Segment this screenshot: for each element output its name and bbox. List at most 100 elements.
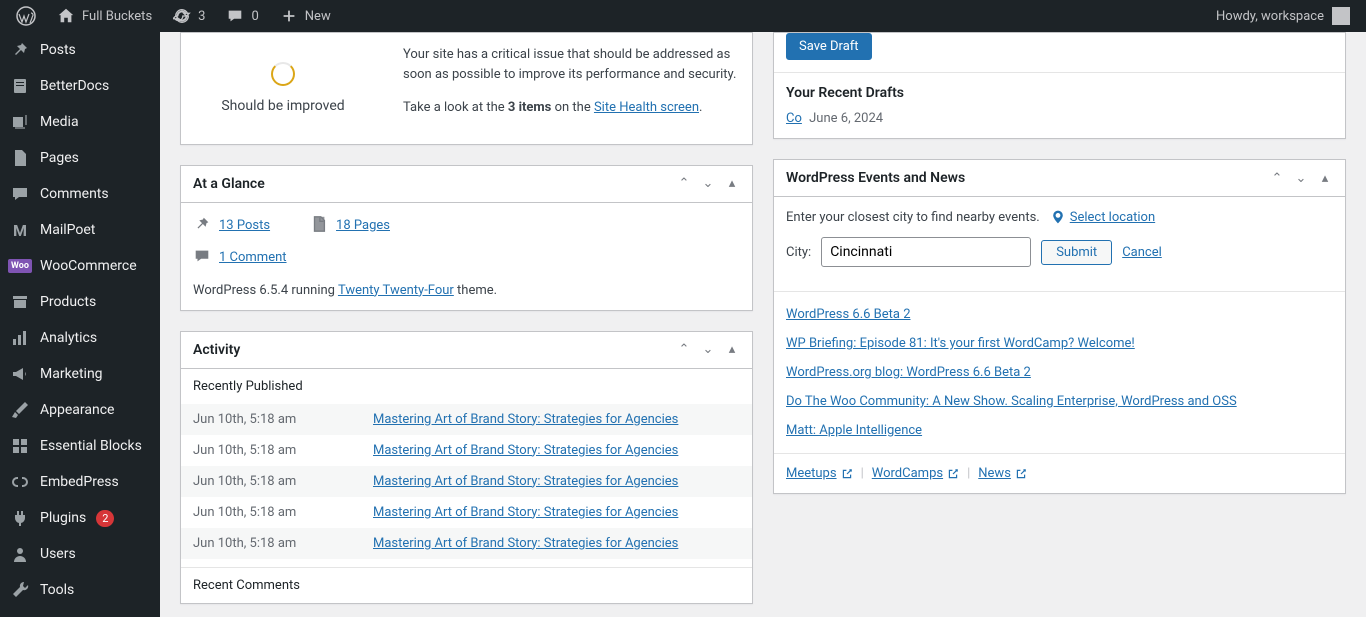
chevron-up-icon[interactable]: ⌃ [676,342,692,358]
save-draft-button[interactable]: Save Draft [786,33,872,60]
activity-link[interactable]: Mastering Art of Brand Story: Strategies… [373,536,678,551]
news-item-link[interactable]: WordPress 6.6 Beta 2 [786,307,911,322]
chevron-up-icon[interactable]: ⌃ [1269,170,1285,186]
chevron-down-icon[interactable]: ⌄ [700,342,716,358]
brush-icon [10,400,30,420]
sidebar-item-essential-blocks[interactable]: Essential Blocks [0,428,160,464]
chevron-down-icon[interactable]: ⌄ [1293,170,1309,186]
sidebar-item-betterdocs[interactable]: BetterDocs [0,68,160,104]
sidebar-item-appearance[interactable]: Appearance [0,392,160,428]
page-icon [310,215,328,237]
sidebar-item-posts[interactable]: Posts [0,32,160,68]
sidebar-item-label: Products [40,294,96,310]
sidebar-item-label: Appearance [40,402,114,418]
activity-row: Jun 10th, 5:18 amMastering Art of Brand … [181,466,752,497]
news-item-link[interactable]: Matt: Apple Intelligence [786,423,922,438]
sidebar-item-label: Tools [40,582,74,598]
comment-icon [225,6,245,26]
meetups-link[interactable]: Meetups [786,466,853,481]
site-name[interactable]: Full Buckets [48,0,160,32]
collapse-icon[interactable]: ▴ [1317,170,1333,186]
sidebar-item-comments[interactable]: Comments [0,176,160,212]
sidebar-item-products[interactable]: Products [0,284,160,320]
cancel-link[interactable]: Cancel [1122,245,1162,260]
sidebar-item-label: Essential Blocks [40,438,142,454]
embed-icon [10,472,30,492]
glance-title: At a Glance [193,176,265,192]
pin-icon [10,40,30,60]
activity-date: Jun 10th, 5:18 am [193,474,373,489]
docs-icon [10,76,30,96]
wp-logo[interactable] [8,0,44,32]
chevron-up-icon[interactable]: ⌃ [676,176,692,192]
sidebar-item-mailpoet[interactable]: MMailPoet [0,212,160,248]
activity-date: Jun 10th, 5:18 am [193,412,373,427]
comments-bar[interactable]: 0 [217,0,266,32]
plug-icon [10,508,30,528]
sidebar-item-embedpress[interactable]: EmbedPress [0,464,160,500]
new-content[interactable]: New [271,0,339,32]
activity-title: Activity [193,342,240,358]
news-link[interactable]: News [978,466,1027,481]
woo-icon: Woo [10,256,30,276]
activity-link[interactable]: Mastering Art of Brand Story: Strategies… [373,443,678,458]
collapse-icon[interactable]: ▴ [724,176,740,192]
sidebar-item-label: Posts [40,42,76,58]
comment-icon [193,247,211,269]
activity-card: Activity ⌃ ⌄ ▴ Recently Published Jun 10… [180,331,753,604]
news-item: WordPress.org blog: WordPress 6.6 Beta 2 [774,358,1345,387]
submit-button[interactable]: Submit [1041,240,1112,265]
sidebar-item-plugins[interactable]: Plugins2 [0,500,160,536]
user-icon [10,544,30,564]
blocks-icon [10,436,30,456]
external-icon [947,468,959,480]
health-circle-icon [271,62,295,86]
site-health-link[interactable]: Site Health screen [594,100,699,115]
chart-icon [10,328,30,348]
news-item-link[interactable]: WordPress.org blog: WordPress 6.6 Beta 2 [786,365,1031,380]
sidebar-item-woocommerce[interactable]: WooWooCommerce [0,248,160,284]
events-card: WordPress Events and News ⌃ ⌄ ▴ Enter yo… [773,159,1346,494]
avatar [1332,7,1350,25]
theme-link[interactable]: Twenty Twenty-Four [338,283,454,298]
draft-link[interactable]: Co [786,111,802,126]
account-menu[interactable]: Howdy, workspace [1216,7,1358,25]
sidebar-item-label: BetterDocs [40,78,109,94]
activity-link[interactable]: Mastering Art of Brand Story: Strategies… [373,474,678,489]
glance-posts[interactable]: 13 Posts [193,215,270,237]
sidebar-item-marketing[interactable]: Marketing [0,356,160,392]
wordpress-icon [16,6,36,26]
sidebar-item-settings[interactable]: Settings [0,608,160,617]
city-input[interactable] [821,237,1031,267]
collapse-icon[interactable]: ▴ [724,342,740,358]
news-item-link[interactable]: Do The Woo Community: A New Show. Scalin… [786,394,1237,409]
sidebar-item-analytics[interactable]: Analytics [0,320,160,356]
sidebar-item-tools[interactable]: Tools [0,572,160,608]
activity-row: Jun 10th, 5:18 amMastering Art of Brand … [181,528,752,559]
activity-link[interactable]: Mastering Art of Brand Story: Strategies… [373,505,678,520]
sidebar-item-pages[interactable]: Pages [0,140,160,176]
glance-comments[interactable]: 1 Comment [193,247,740,269]
draft-date: June 6, 2024 [809,111,883,126]
news-item: WP Briefing: Episode 81: It's your first… [774,329,1345,358]
sidebar-item-users[interactable]: Users [0,536,160,572]
plus-icon [279,6,299,26]
sidebar-item-label: Marketing [40,366,103,382]
news-item-link[interactable]: WP Briefing: Episode 81: It's your first… [786,336,1135,351]
glance-pages[interactable]: 18 Pages [310,215,390,237]
external-icon [1015,468,1027,480]
news-item: Matt: Apple Intelligence [774,416,1345,445]
admin-sidebar: Posts BetterDocs Media Pages Comments MMailPo… [0,32,160,617]
wordcamps-link[interactable]: WordCamps [872,466,959,481]
sidebar-item-label: Users [40,546,76,562]
updates[interactable]: 3 [164,0,213,32]
chevron-down-icon[interactable]: ⌄ [700,176,716,192]
news-item: Do The Woo Community: A New Show. Scalin… [774,387,1345,416]
recent-published-header: Recently Published [181,369,752,404]
select-location-link[interactable]: Select location [1050,209,1155,225]
comments-count: 0 [251,9,258,24]
sidebar-item-media[interactable]: Media [0,104,160,140]
sidebar-item-label: Comments [40,186,109,202]
sidebar-item-label: Media [40,114,79,130]
activity-link[interactable]: Mastering Art of Brand Story: Strategies… [373,412,678,427]
